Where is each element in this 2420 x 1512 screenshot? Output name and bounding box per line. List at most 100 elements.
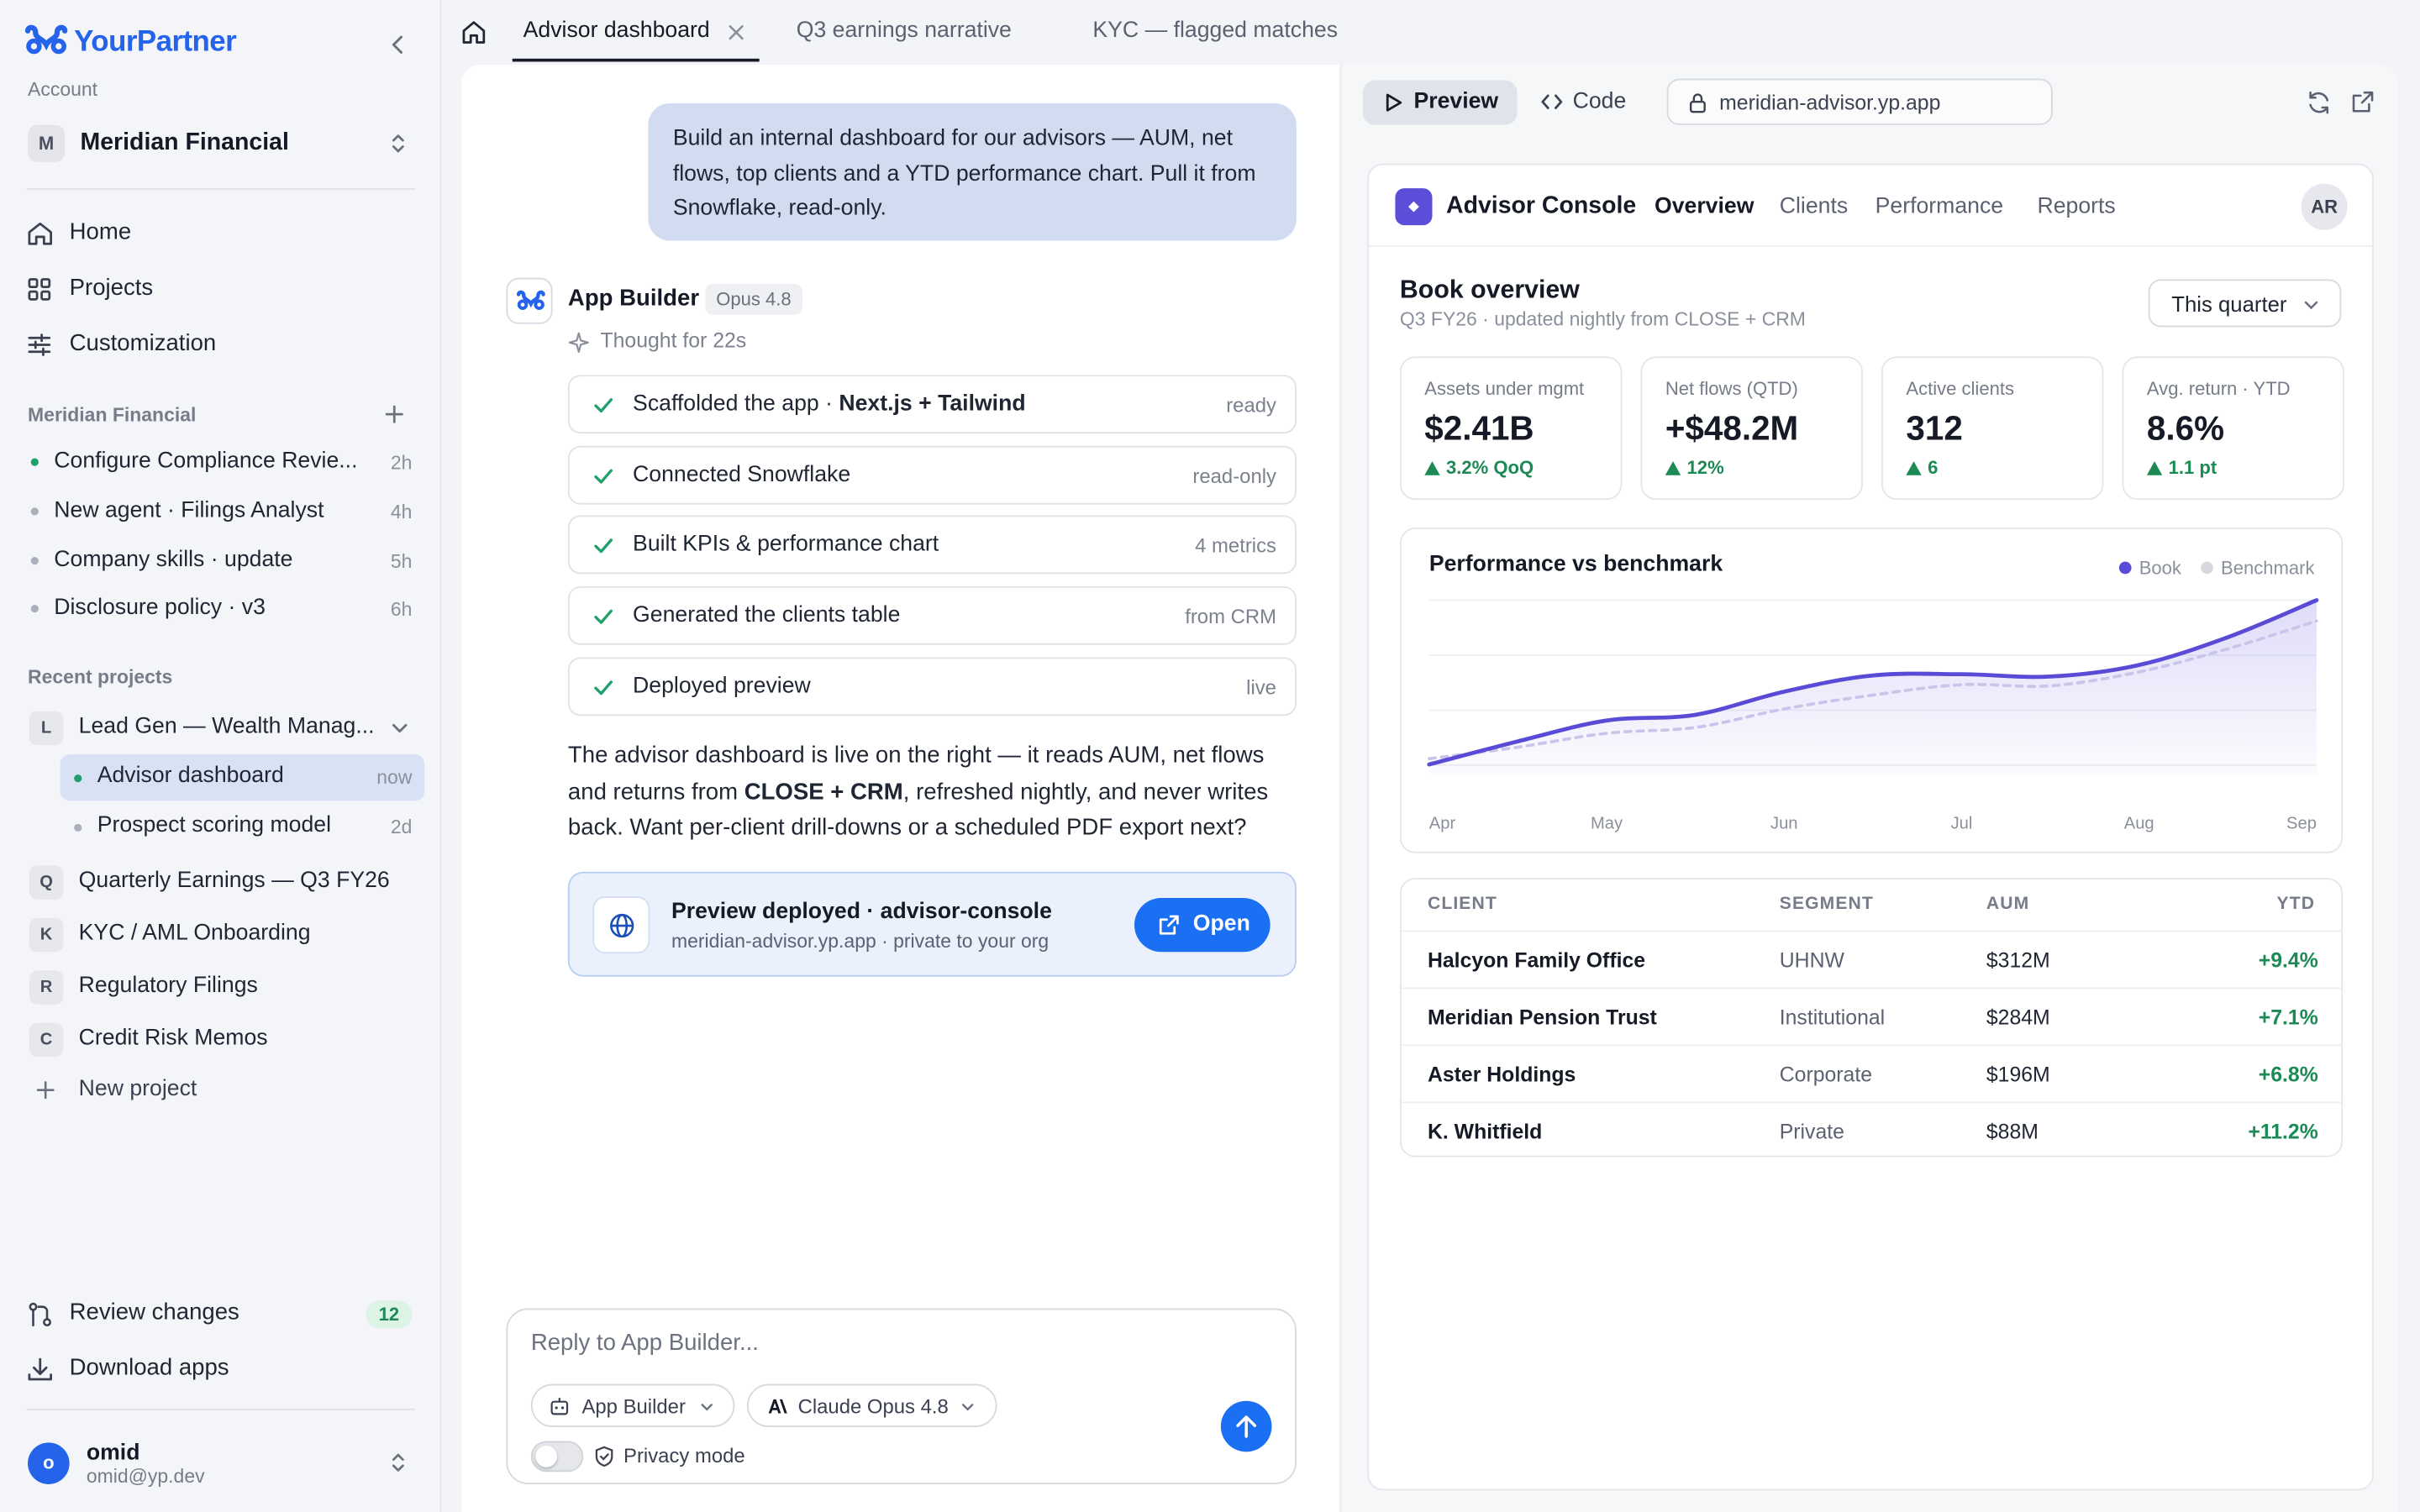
- step-clients-table: Generated the clients table from CRM: [567, 585, 1297, 645]
- code-icon[interactable]: [1540, 92, 1564, 111]
- chevron-down-icon: [701, 1404, 713, 1411]
- check-icon: [594, 680, 613, 696]
- app-nav-overview[interactable]: Overview: [1655, 194, 1754, 218]
- cell-ytd: +6.8%: [2258, 1063, 2318, 1087]
- tab-kyc-flagged-matches[interactable]: KYC — flagged matches: [1092, 18, 1338, 43]
- brand-name: YourPartner: [74, 26, 237, 59]
- url-bar[interactable]: meridian-advisor.yp.app: [1666, 78, 2053, 125]
- cell-segment: UHNW: [1779, 948, 1844, 973]
- app-nav-performance[interactable]: Performance: [1876, 194, 2003, 218]
- table-row[interactable]: Halcyon Family Office UHNW $312M +9.4%: [1401, 930, 2342, 988]
- up-triangle-icon: [1424, 461, 1440, 475]
- download-apps-label: Download apps: [69, 1354, 229, 1381]
- grid-icon: [28, 278, 51, 301]
- add-icon[interactable]: [384, 404, 404, 424]
- task-label: Disclosure policy · v3: [54, 595, 266, 621]
- task-time: 2h: [390, 452, 413, 474]
- code-toggle-button[interactable]: Code: [1573, 90, 1627, 114]
- project-item-lead-gen[interactable]: L Lead Gen — Wealth Manag...: [26, 705, 421, 751]
- sparkle-icon: [568, 332, 589, 353]
- x-tick-label: May: [1591, 814, 1623, 832]
- task-item[interactable]: Configure Compliance Revie... 2h: [26, 441, 415, 484]
- check-icon: [594, 469, 613, 484]
- project-label: Lead Gen — Wealth Manag...: [78, 714, 375, 739]
- sliders-icon: [28, 333, 51, 356]
- kpi-label: Net flows (QTD): [1665, 378, 1798, 400]
- preview-toggle-button[interactable]: Preview: [1362, 80, 1518, 125]
- cell-aum: $312M: [1986, 948, 2050, 973]
- app-nav-reports[interactable]: Reports: [2037, 194, 2115, 218]
- new-project-button[interactable]: New project: [26, 1068, 421, 1114]
- sidebar-item-label: Home: [69, 218, 132, 246]
- sub-item-prospect-scoring[interactable]: Prospect scoring model 2d: [60, 804, 424, 850]
- home-tab-icon[interactable]: [460, 18, 487, 46]
- sidebar-item-home[interactable]: Home: [24, 210, 422, 256]
- column-header-client: CLIENT: [1427, 895, 1497, 914]
- refresh-icon[interactable]: [2306, 90, 2332, 116]
- model-selector[interactable]: Claude Opus 4.8: [746, 1383, 997, 1427]
- step-label: Deployed preview: [633, 674, 811, 700]
- thought-duration[interactable]: Thought for 22s: [600, 328, 746, 352]
- external-link-icon[interactable]: [2350, 90, 2375, 114]
- home-icon: [28, 222, 52, 245]
- table-row[interactable]: Meridian Pension Trust Institutional $28…: [1401, 987, 2342, 1045]
- period-select[interactable]: This quarter: [2148, 279, 2342, 328]
- collapse-sidebar-icon[interactable]: [387, 34, 409, 55]
- table-row[interactable]: Aster Holdings Corporate $196M +6.8%: [1401, 1044, 2342, 1101]
- download-icon: [28, 1357, 52, 1381]
- kpi-label: Assets under mgmt: [1424, 378, 1585, 400]
- task-item[interactable]: Company skills · update 5h: [26, 540, 415, 583]
- open-preview-button[interactable]: Open: [1134, 897, 1270, 953]
- tab-q3-earnings-narrative[interactable]: Q3 earnings narrative: [797, 18, 1012, 43]
- url-text: meridian-advisor.yp.app: [1719, 91, 1941, 114]
- assistant-reply: The advisor dashboard is live on the rig…: [567, 742, 1269, 842]
- chevron-down-icon[interactable]: [391, 721, 409, 736]
- avatar[interactable]: AR: [2301, 183, 2348, 230]
- step-status: ready: [1226, 393, 1276, 417]
- chart-title: Performance vs benchmark: [1428, 552, 1723, 577]
- app-nav-clients[interactable]: Clients: [1780, 194, 1848, 218]
- task-item[interactable]: Disclosure policy · v3 6h: [26, 588, 415, 631]
- project-item-credit-risk[interactable]: C Credit Risk Memos: [26, 1016, 421, 1063]
- deploy-card: Preview deployed · advisor-console merid…: [567, 871, 1297, 977]
- advisor-console-app: Advisor Console Overview Clients Perform…: [1367, 163, 2374, 1491]
- cell-client: Meridian Pension Trust: [1427, 1005, 1657, 1030]
- step-status: read-only: [1192, 464, 1276, 488]
- step-label: Connected Snowflake: [633, 463, 851, 488]
- send-button[interactable]: [1220, 1400, 1272, 1452]
- sidebar-item-projects[interactable]: Projects: [24, 265, 422, 312]
- privacy-mode-label: Privacy mode: [623, 1444, 745, 1467]
- account-badge: M: [28, 124, 66, 162]
- x-tick-label: Jul: [1951, 814, 1973, 832]
- sub-item-advisor-dashboard[interactable]: Advisor dashboard now: [60, 754, 425, 801]
- sidebar-item-customization[interactable]: Customization: [24, 321, 422, 367]
- cell-ytd: +7.1%: [2258, 1005, 2318, 1030]
- download-apps-button[interactable]: Download apps: [24, 1346, 422, 1392]
- app-logo: [1395, 188, 1433, 226]
- project-item-regulatory-filings[interactable]: R Regulatory Filings: [26, 964, 421, 1011]
- project-label: Regulatory Filings: [78, 973, 258, 999]
- recent-projects-title: Recent projects: [28, 666, 173, 689]
- project-item-quarterly-earnings[interactable]: Q Quarterly Earnings — Q3 FY26: [26, 859, 421, 906]
- check-icon: [594, 538, 613, 554]
- task-label: Company skills · update: [54, 548, 293, 573]
- column-header-segment: SEGMENT: [1779, 895, 1874, 914]
- privacy-toggle[interactable]: [530, 1441, 584, 1473]
- review-changes-button[interactable]: Review changes: [24, 1290, 422, 1336]
- tab-advisor-dashboard[interactable]: Advisor dashboard: [523, 18, 710, 43]
- close-tab-icon[interactable]: [727, 24, 745, 42]
- chevron-up-down-icon: [392, 1453, 404, 1472]
- x-tick-label: Aug: [2124, 814, 2154, 832]
- check-icon: [594, 609, 613, 624]
- table-row[interactable]: K. Whitfield Private $88M +11.2%: [1401, 1101, 2342, 1155]
- kpi-card-active-clients: Active clients 312 6: [1881, 356, 2104, 501]
- task-time: 4h: [390, 501, 413, 523]
- project-item-kyc-aml[interactable]: K KYC / AML Onboarding: [26, 912, 421, 958]
- reply-input[interactable]: [530, 1330, 1257, 1357]
- agent-selector[interactable]: App Builder: [530, 1383, 735, 1427]
- cell-aum: $196M: [1986, 1063, 2050, 1087]
- cell-segment: Corporate: [1779, 1063, 1873, 1087]
- task-item[interactable]: New agent · Filings Analyst 4h: [26, 491, 415, 533]
- status-dot: [30, 557, 39, 565]
- step-status: 4 metrics: [1195, 533, 1276, 558]
